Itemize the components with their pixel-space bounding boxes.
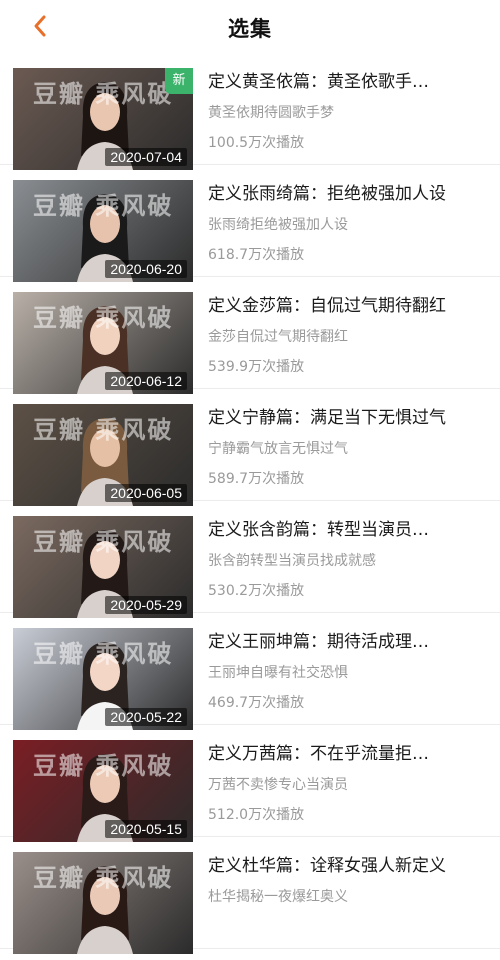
play-count: 618.7万次播放 <box>208 247 305 263</box>
episode-title: 定义宁静篇：满足当下无惧过气 <box>208 408 446 428</box>
date-label: 2020-05-22 <box>105 708 187 726</box>
watermark-text: 豆瓣 乘风破 <box>33 752 174 780</box>
episode-thumbnail[interactable]: 豆瓣 乘风破 <box>13 852 193 954</box>
episode-subtitle: 宁静霸气放言无惧过气 <box>208 441 348 457</box>
episode-subtitle: 王丽坤自曝有社交恐惧 <box>208 665 348 681</box>
episode-title: 定义黄圣依篇：黄圣依歌手… <box>208 72 429 92</box>
episode-thumbnail[interactable]: 豆瓣 乘风破 2020-06-12 <box>13 292 193 394</box>
episode-info: 定义杜华篇：诠释女强人新定义 杜华揭秘一夜爆红奥义 <box>208 854 492 937</box>
watermark-text: 豆瓣 乘风破 <box>33 192 174 220</box>
date-label: 2020-05-15 <box>105 820 187 838</box>
episode-subtitle: 张含韵转型当演员找成就感 <box>208 553 376 569</box>
watermark-text: 豆瓣 乘风破 <box>33 416 174 444</box>
episode-thumbnail[interactable]: 豆瓣 乘风破 2020-06-05 <box>13 404 193 506</box>
episode-thumbnail[interactable]: 豆瓣 乘风破 2020-05-22 <box>13 628 193 730</box>
watermark-text: 豆瓣 乘风破 <box>33 640 174 668</box>
top-bar: 选集 <box>0 0 500 56</box>
new-badge: 新 <box>165 68 193 94</box>
list-item[interactable]: 豆瓣 乘风破 2020-06-12 定义金莎篇：自侃过气期待翻红 金莎自侃过气期… <box>0 288 500 394</box>
date-label: 2020-07-04 <box>105 148 187 166</box>
list-item[interactable]: 豆瓣 乘风破 2020-06-05 定义宁静篇：满足当下无惧过气 宁静霸气放言无… <box>0 400 500 506</box>
play-count: 512.0万次播放 <box>208 807 305 823</box>
chevron-left-icon <box>34 15 46 37</box>
play-count: 469.7万次播放 <box>208 695 305 711</box>
watermark-text: 豆瓣 乘风破 <box>33 528 174 556</box>
list-item[interactable]: 豆瓣 乘风破 新 2020-07-04 定义黄圣依篇：黄圣依歌手… 黄圣依期待圆… <box>0 64 500 170</box>
episode-info: 定义张含韵篇：转型当演员… 张含韵转型当演员找成就感 530.2万次播放 <box>208 518 492 601</box>
episode-thumbnail[interactable]: 豆瓣 乘风破 新 2020-07-04 <box>13 68 193 170</box>
episode-list: 豆瓣 乘风破 新 2020-07-04 定义黄圣依篇：黄圣依歌手… 黄圣依期待圆… <box>0 64 500 960</box>
episode-title: 定义王丽坤篇：期待活成理… <box>208 632 429 652</box>
episode-thumbnail[interactable]: 豆瓣 乘风破 2020-06-20 <box>13 180 193 282</box>
watermark-text: 豆瓣 乘风破 <box>33 80 174 108</box>
list-item[interactable]: 豆瓣 乘风破 2020-06-20 定义张雨绮篇：拒绝被强加人设 张雨绮拒绝被强… <box>0 176 500 282</box>
episode-subtitle: 万茜不卖惨专心当演员 <box>208 777 348 793</box>
episode-title: 定义张雨绮篇：拒绝被强加人设 <box>208 184 446 204</box>
episode-info: 定义金莎篇：自侃过气期待翻红 金莎自侃过气期待翻红 539.9万次播放 <box>208 294 492 377</box>
episode-info: 定义宁静篇：满足当下无惧过气 宁静霸气放言无惧过气 589.7万次播放 <box>208 406 492 489</box>
play-count: 100.5万次播放 <box>208 135 305 151</box>
episode-info: 定义张雨绮篇：拒绝被强加人设 张雨绮拒绝被强加人设 618.7万次播放 <box>208 182 492 265</box>
episode-subtitle: 金莎自侃过气期待翻红 <box>208 329 348 345</box>
episode-subtitle: 杜华揭秘一夜爆红奥义 <box>208 889 348 905</box>
watermark-text: 豆瓣 乘风破 <box>33 864 174 892</box>
back-button[interactable] <box>28 14 52 38</box>
episode-title: 定义张含韵篇：转型当演员… <box>208 520 429 540</box>
date-label: 2020-06-20 <box>105 260 187 278</box>
date-label: 2020-06-05 <box>105 484 187 502</box>
episode-thumbnail[interactable]: 豆瓣 乘风破 2020-05-29 <box>13 516 193 618</box>
episode-info: 定义王丽坤篇：期待活成理… 王丽坤自曝有社交恐惧 469.7万次播放 <box>208 630 492 713</box>
page-title: 选集 <box>228 17 272 41</box>
date-label: 2020-05-29 <box>105 596 187 614</box>
play-count: 539.9万次播放 <box>208 359 305 375</box>
episode-info: 定义黄圣依篇：黄圣依歌手… 黄圣依期待圆歌手梦 100.5万次播放 <box>208 70 492 153</box>
episode-title: 定义万茜篇：不在乎流量拒… <box>208 744 429 764</box>
list-item[interactable]: 豆瓣 乘风破 2020-05-29 定义张含韵篇：转型当演员… 张含韵转型当演员… <box>0 512 500 618</box>
play-count <box>208 917 492 937</box>
episode-subtitle: 张雨绮拒绝被强加人设 <box>208 217 348 233</box>
date-label: 2020-06-12 <box>105 372 187 390</box>
episode-title: 定义金莎篇：自侃过气期待翻红 <box>208 296 446 316</box>
play-count: 530.2万次播放 <box>208 583 305 599</box>
episode-thumbnail[interactable]: 豆瓣 乘风破 2020-05-15 <box>13 740 193 842</box>
episode-subtitle: 黄圣依期待圆歌手梦 <box>208 105 334 121</box>
play-count: 589.7万次播放 <box>208 471 305 487</box>
episode-info: 定义万茜篇：不在乎流量拒… 万茜不卖惨专心当演员 512.0万次播放 <box>208 742 492 825</box>
episode-title: 定义杜华篇：诠释女强人新定义 <box>208 856 446 876</box>
list-item[interactable]: 豆瓣 乘风破 定义杜华篇：诠释女强人新定义 杜华揭秘一夜爆红奥义 <box>0 848 500 954</box>
watermark-text: 豆瓣 乘风破 <box>33 304 174 332</box>
list-item[interactable]: 豆瓣 乘风破 2020-05-22 定义王丽坤篇：期待活成理… 王丽坤自曝有社交… <box>0 624 500 730</box>
list-item[interactable]: 豆瓣 乘风破 2020-05-15 定义万茜篇：不在乎流量拒… 万茜不卖惨专心当… <box>0 736 500 842</box>
